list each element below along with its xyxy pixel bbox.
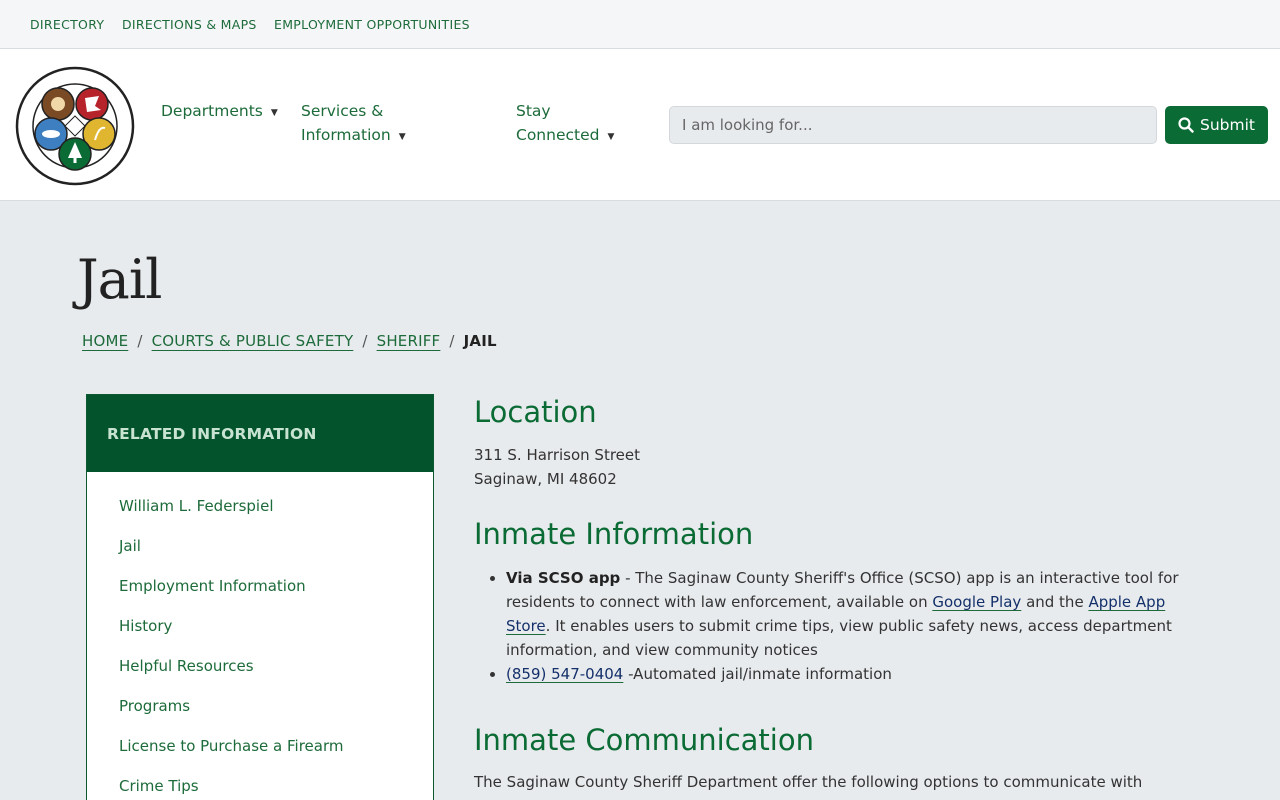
- page-title: Jail: [77, 248, 162, 311]
- sidebar-item-helpful-resources[interactable]: Helpful Resources: [87, 654, 433, 694]
- nav-services[interactable]: Services & Information ▼: [301, 99, 406, 149]
- list-item-app: Via SCSO app - The Saginaw County Sherif…: [506, 566, 1194, 662]
- app-bold-label: Via SCSO app: [506, 569, 621, 587]
- inmate-information-heading: Inmate Information: [474, 517, 754, 551]
- breadcrumb-home[interactable]: HOME: [82, 332, 128, 350]
- county-seal-logo[interactable]: [15, 66, 135, 186]
- nav-departments-label: Departments: [161, 102, 263, 120]
- nav-stay-label-2: Connected: [516, 126, 600, 144]
- sidebar-heading: RELATED INFORMATION: [87, 395, 433, 472]
- sidebar-item-firearm-license[interactable]: License to Purchase a Firearm: [87, 734, 433, 774]
- sidebar-item-jail[interactable]: Jail: [87, 534, 433, 574]
- communication-text: The Saginaw County Sheriff Department of…: [474, 773, 1143, 791]
- nav-stay-connected[interactable]: Stay Connected ▼: [516, 99, 614, 149]
- google-play-link[interactable]: Google Play: [932, 593, 1021, 611]
- utility-link-directions[interactable]: DIRECTIONS & MAPS: [122, 17, 257, 32]
- seal-icon: [15, 66, 135, 186]
- address-line-2: Saginaw, MI 48602: [474, 470, 617, 488]
- nav-departments[interactable]: Departments ▼: [161, 99, 278, 125]
- main-content: Location 311 S. Harrison Street Saginaw,…: [474, 394, 1194, 794]
- sidebar-item-employment[interactable]: Employment Information: [87, 574, 433, 614]
- utility-bar: DIRECTORY DIRECTIONS & MAPS EMPLOYMENT O…: [0, 0, 1280, 49]
- breadcrumb-sheriff[interactable]: SHERIFF: [377, 332, 441, 350]
- breadcrumb-separator: /: [449, 332, 455, 350]
- site-header: Departments ▼ Services & Information ▼ Sta…: [0, 49, 1280, 201]
- breadcrumb-separator: /: [137, 332, 143, 350]
- nav-stay-label-1: Stay: [516, 102, 551, 120]
- utility-link-employment[interactable]: EMPLOYMENT OPPORTUNITIES: [274, 17, 470, 32]
- inmate-info-list: Via SCSO app - The Saginaw County Sherif…: [474, 566, 1194, 686]
- search-input[interactable]: [669, 106, 1157, 144]
- phone-link[interactable]: (859) 547-0404: [506, 665, 623, 683]
- breadcrumb-separator: /: [362, 332, 368, 350]
- location-heading: Location: [474, 395, 597, 429]
- breadcrumb: HOME / COURTS & PUBLIC SAFETY / SHERIFF / JAIL: [82, 332, 497, 350]
- list-item-phone: (859) 547-0404 -Automated jail/inmate in…: [506, 662, 1194, 686]
- sidebar-item-federspiel[interactable]: William L. Federspiel: [87, 494, 433, 534]
- caret-down-icon: ▼: [270, 108, 278, 118]
- related-information-sidebar: RELATED INFORMATION William L. Federspie…: [86, 394, 434, 800]
- inmate-communication-heading: Inmate Communication: [474, 723, 814, 757]
- breadcrumb-current: JAIL: [463, 332, 497, 350]
- search-icon: [1178, 117, 1194, 133]
- nav-services-label-2: Information: [301, 126, 391, 144]
- app-text-2: and the: [1021, 593, 1089, 611]
- sidebar-item-history[interactable]: History: [87, 614, 433, 654]
- breadcrumb-courts[interactable]: COURTS & PUBLIC SAFETY: [152, 332, 354, 350]
- sidebar-list: William L. Federspiel Jail Employment In…: [87, 472, 433, 800]
- utility-link-directory[interactable]: DIRECTORY: [30, 17, 104, 32]
- sidebar-item-crime-tips[interactable]: Crime Tips: [87, 774, 433, 800]
- submit-button-label: Submit: [1200, 116, 1255, 134]
- caret-down-icon: ▼: [398, 132, 406, 142]
- address-line-1: 311 S. Harrison Street: [474, 446, 641, 464]
- app-text-3: . It enables users to submit crime tips,…: [506, 617, 1172, 659]
- phone-text: -Automated jail/inmate information: [623, 665, 892, 683]
- submit-button[interactable]: Submit: [1165, 106, 1268, 144]
- sidebar-item-programs[interactable]: Programs: [87, 694, 433, 734]
- nav-services-label-1: Services &: [301, 102, 384, 120]
- caret-down-icon: ▼: [607, 132, 615, 142]
